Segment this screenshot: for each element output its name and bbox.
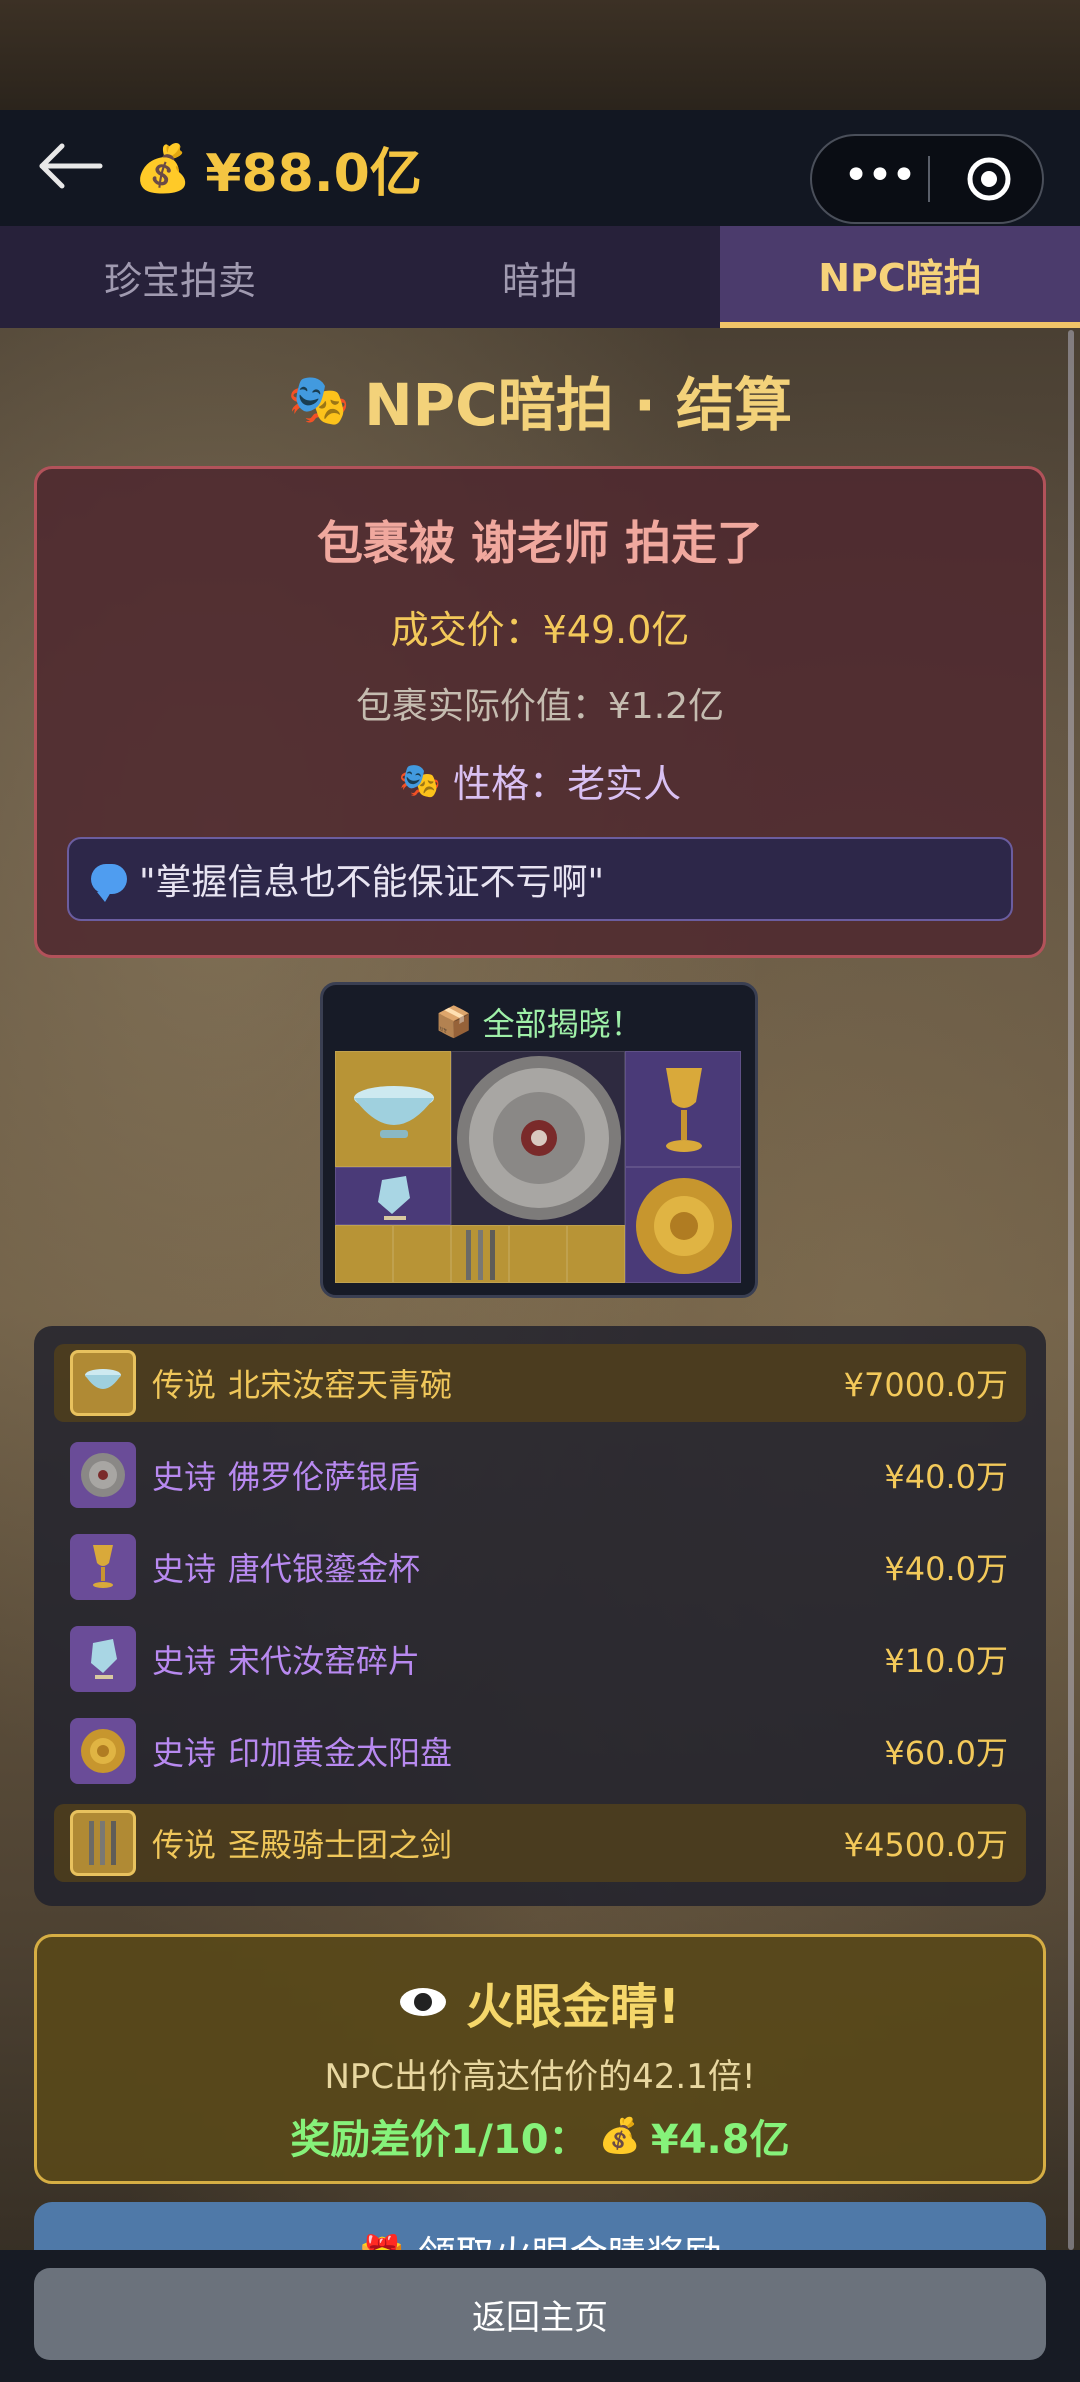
personality-text: 性格：老实人 bbox=[453, 762, 682, 806]
item-rarity: 史诗 bbox=[152, 1550, 217, 1588]
item-name: 印加黄金太阳盘 bbox=[228, 1734, 453, 1772]
eagle-eye-bonus-card: 火眼金睛! NPC出价高达估价的42.1倍! 奖励差价1/10： 💰 ¥4.8亿 bbox=[34, 1934, 1046, 2184]
gold-cup-icon bbox=[666, 1068, 702, 1152]
target-icon[interactable] bbox=[966, 156, 1012, 202]
money-bag-icon: 💰 bbox=[598, 2116, 641, 2156]
capsule-divider bbox=[928, 156, 930, 202]
item-name: 宋代汝窑碎片 bbox=[228, 1642, 421, 1680]
eye-icon bbox=[400, 1988, 447, 2016]
page-title: 🎭 NPC暗拍 · 结算 bbox=[0, 360, 1080, 440]
item-rarity: 史诗 bbox=[152, 1642, 217, 1680]
npc-quote-box: "掌握信息也不能保证不亏啊" bbox=[67, 837, 1013, 921]
eagle-eye-reward: 奖励差价1/10： 💰 ¥4.8亿 bbox=[37, 2107, 1043, 2165]
mini-program-capsule: ••• bbox=[810, 134, 1044, 224]
scrollbar[interactable] bbox=[1068, 330, 1074, 2250]
balance-value: ¥88.0亿 bbox=[205, 143, 422, 204]
grid-cell-sword-5 bbox=[567, 1225, 625, 1283]
return-home-button[interactable]: 返回主页 bbox=[34, 2268, 1046, 2360]
auction-tabs: 珍宝拍卖 暗拍 NPC暗拍 bbox=[0, 226, 1080, 328]
reward-value: ¥4.8亿 bbox=[650, 2117, 790, 2163]
speech-bubble-icon bbox=[91, 864, 127, 902]
grid-cell-sun-disc bbox=[625, 1167, 741, 1283]
list-item[interactable]: 史诗 佛罗伦萨银盾 ¥40.0万 bbox=[54, 1436, 1026, 1514]
bottom-bar: 返回主页 bbox=[0, 2250, 1080, 2382]
grid-cell-sword-1 bbox=[335, 1225, 393, 1283]
page-title-text: NPC暗拍 · 结算 bbox=[364, 371, 793, 439]
balance-display: 💰 ¥88.0亿 bbox=[134, 136, 422, 204]
list-item[interactable]: 传说 北宋汝窑天青碗 ¥7000.0万 bbox=[54, 1344, 1026, 1422]
revealed-items-list: 传说 北宋汝窑天青碗 ¥7000.0万 史诗 佛罗伦萨银盾 ¥40.0万 史诗 … bbox=[34, 1326, 1046, 1906]
money-bag-icon: 💰 bbox=[134, 140, 192, 195]
sun-disc-icon bbox=[70, 1718, 136, 1784]
celadon-bowl-icon bbox=[354, 1086, 434, 1138]
item-rarity: 传说 bbox=[152, 1366, 217, 1404]
item-price: ¥40.0万 bbox=[884, 1458, 1008, 1496]
npc-personality: 🎭 性格：老实人 bbox=[37, 753, 1043, 808]
reveal-title-text: 全部揭晓！ bbox=[482, 1005, 643, 1043]
gold-cup-icon bbox=[70, 1534, 136, 1600]
theater-masks-icon: 🎭 bbox=[398, 760, 442, 801]
grid-cell-shard bbox=[335, 1167, 451, 1225]
tab-treasure-auction[interactable]: 珍宝拍卖 bbox=[0, 226, 360, 328]
eagle-eye-subtitle: NPC出价高达估价的42.1倍! bbox=[324, 2057, 756, 2097]
tab-npc-blind-auction[interactable]: NPC暗拍 bbox=[720, 226, 1080, 328]
npc-quote-text: "掌握信息也不能保证不亏啊" bbox=[139, 862, 605, 903]
more-options-icon[interactable]: ••• bbox=[834, 136, 924, 222]
eagle-eye-title: 火眼金睛! bbox=[37, 1967, 1043, 2037]
swords-icon bbox=[466, 1230, 495, 1280]
arrow-left-icon[interactable] bbox=[36, 136, 106, 196]
porcelain-shard-icon bbox=[378, 1176, 410, 1220]
celadon-bowl-icon bbox=[70, 1350, 136, 1416]
item-name: 唐代银鎏金杯 bbox=[228, 1550, 421, 1588]
deal-price: 成交价：¥49.0亿 bbox=[390, 608, 690, 652]
grid-cell-cup bbox=[625, 1051, 741, 1167]
item-price: ¥7000.0万 bbox=[843, 1366, 1008, 1404]
tab-blind-auction[interactable]: 暗拍 bbox=[360, 226, 720, 328]
item-rarity: 史诗 bbox=[152, 1734, 217, 1772]
silver-shield-icon bbox=[70, 1442, 136, 1508]
package-grid bbox=[335, 1051, 745, 1291]
winner-headline: 包裹被 谢老师 拍走了 bbox=[316, 516, 764, 570]
porcelain-shard-icon bbox=[70, 1626, 136, 1692]
desk-background-strip bbox=[0, 0, 1080, 110]
item-price: ¥40.0万 bbox=[884, 1550, 1008, 1588]
top-header: 💰 ¥88.0亿 ••• bbox=[0, 110, 1080, 226]
sun-disc-icon bbox=[636, 1178, 732, 1274]
item-price: ¥4500.0万 bbox=[843, 1826, 1008, 1864]
list-item[interactable]: 史诗 唐代银鎏金杯 ¥40.0万 bbox=[54, 1528, 1026, 1606]
item-price: ¥60.0万 bbox=[884, 1734, 1008, 1772]
list-item[interactable]: 传说 圣殿骑士团之剑 ¥4500.0万 bbox=[54, 1804, 1026, 1882]
theater-masks-icon: 🎭 bbox=[287, 370, 351, 429]
item-name: 北宋汝窑天青碗 bbox=[228, 1366, 453, 1404]
grid-cell-sword-2 bbox=[393, 1225, 451, 1283]
grid-cell-sword-3 bbox=[451, 1225, 509, 1283]
item-name: 圣殿骑士团之剑 bbox=[228, 1826, 453, 1864]
settlement-result-card: 包裹被 谢老师 拍走了 成交价：¥49.0亿 包裹实际价值：¥1.2亿 🎭 性格… bbox=[34, 466, 1046, 958]
reveal-panel: 📦 全部揭晓！ bbox=[320, 982, 758, 1298]
grid-cell-bowl bbox=[335, 1051, 451, 1167]
list-item[interactable]: 史诗 印加黄金太阳盘 ¥60.0万 bbox=[54, 1712, 1026, 1790]
list-item[interactable]: 史诗 宋代汝窑碎片 ¥10.0万 bbox=[54, 1620, 1026, 1698]
reward-label: 奖励差价1/10： bbox=[290, 2117, 589, 2163]
eagle-eye-title-text: 火眼金睛! bbox=[466, 1979, 680, 2035]
grid-cell-sword-4 bbox=[509, 1225, 567, 1283]
reveal-title: 📦 全部揭晓！ bbox=[323, 999, 755, 1045]
item-rarity: 传说 bbox=[152, 1826, 217, 1864]
item-name: 佛罗伦萨银盾 bbox=[228, 1458, 421, 1496]
package-icon: 📦 bbox=[435, 1004, 473, 1040]
item-price: ¥10.0万 bbox=[884, 1642, 1008, 1680]
actual-value: 包裹实际价值：¥1.2亿 bbox=[355, 686, 725, 727]
item-rarity: 史诗 bbox=[152, 1458, 217, 1496]
swords-icon bbox=[70, 1810, 136, 1876]
